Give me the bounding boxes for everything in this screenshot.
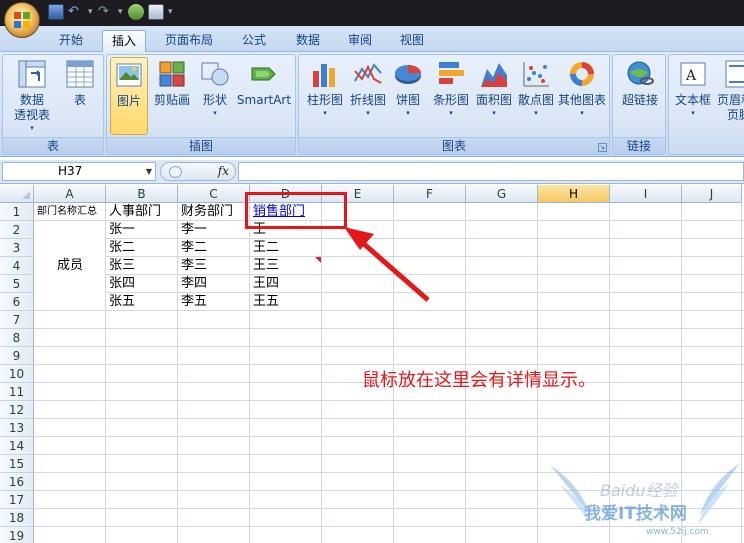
annotation-text: 鼠标放在这里会有详情显示。 <box>362 370 596 391</box>
watermark-overlay-text: Baidu经验 <box>600 481 678 500</box>
watermark-site: www.52ij.com <box>646 527 709 537</box>
excel-window: ↶ ▾ ↷ ▾ ▾ 开始 插入 页面布局 公式 数据 审阅 视图 数据 透视表 … <box>0 0 744 543</box>
office-button[interactable] <box>4 2 40 38</box>
watermark: Baidu经验 我爱IT技术网 www.52ij.com <box>540 455 744 543</box>
office-logo-icon <box>14 12 30 28</box>
watermark-brand: 我爱IT技术网 <box>584 504 687 524</box>
